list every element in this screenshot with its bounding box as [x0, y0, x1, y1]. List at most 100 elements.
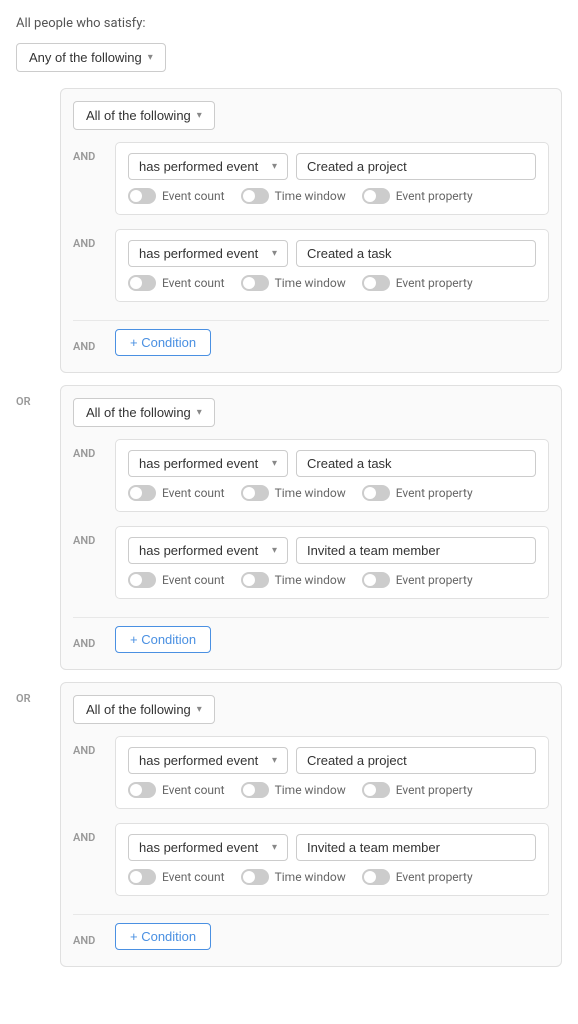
or-group-2: ORAll of the following▾ANDhas performed …	[16, 385, 562, 670]
event-type-select-g2-c1[interactable]: has performed event ▾	[128, 450, 288, 477]
and-label-g2-c2: AND	[73, 526, 115, 547]
event-name-input-g1-c1[interactable]	[296, 153, 536, 180]
toggle-label-g1-c1-t1: Event count	[162, 189, 225, 203]
event-name-input-g3-c2[interactable]	[296, 834, 536, 861]
event-type-select-g3-c1[interactable]: has performed event▾	[128, 747, 288, 774]
group-header-1: All of the following ▾	[73, 101, 549, 130]
group-dropdown-label-1: All of the following	[86, 108, 191, 123]
toggle-switch-g3-c1-t3[interactable]	[362, 782, 390, 798]
condition-block-g2-c2: has performed event ▾ Event count Time wind…	[115, 526, 549, 599]
toggle-switch-g3-c2-t3[interactable]	[362, 869, 390, 885]
condition-top-g2-c2: has performed event ▾	[128, 537, 536, 564]
toggle-item-g1-c2-t1: Event count	[128, 275, 225, 291]
toggle-item-g2-c1-t3: Event property	[362, 485, 473, 501]
and-label-g2-c1: AND	[73, 439, 115, 460]
group-dropdown-3[interactable]: All of the following▾	[73, 695, 215, 724]
toggle-switch-g2-c2-t1[interactable]	[128, 572, 156, 588]
toggle-item-g1-c2-t3: Event property	[362, 275, 473, 291]
toggle-switch-g1-c2-t2[interactable]	[241, 275, 269, 291]
and-row-g2-c1: AND has performed event ▾ Event count Time w…	[73, 439, 549, 522]
toggle-switch-g2-c1-t1[interactable]	[128, 485, 156, 501]
and-row-g3-c2: ANDhas performed event▾Event countTime w…	[73, 823, 549, 906]
chevron-down-icon: ▾	[272, 842, 277, 853]
toggle-switch-g2-c1-t2[interactable]	[241, 485, 269, 501]
add-condition-button-1[interactable]: + Condition	[115, 329, 211, 356]
toggle-switch-g3-c1-t1[interactable]	[128, 782, 156, 798]
toggle-switch-g2-c2-t2[interactable]	[241, 572, 269, 588]
and-row-g1-c2: ANDhas performed event▾Event countTime w…	[73, 229, 549, 312]
event-name-input-g2-c1[interactable]	[296, 450, 536, 477]
toggle-label-g2-c1-t2: Time window	[275, 486, 346, 500]
or-group-3: ORAll of the following▾ANDhas performed …	[16, 682, 562, 967]
toggles-row-g3-c2: Event countTime windowEvent property	[128, 869, 536, 885]
event-name-input-g3-c1[interactable]	[296, 747, 536, 774]
condition-block-g2-c1: has performed event ▾ Event count Time wind…	[115, 439, 549, 512]
toggle-switch-g2-c1-t3[interactable]	[362, 485, 390, 501]
toggle-label-g3-c2-t3: Event property	[396, 870, 473, 884]
group-header-2: All of the following▾	[73, 398, 549, 427]
toggles-row-g2-c1: Event count Time window Event property	[128, 485, 536, 501]
chevron-down-icon: ▾	[272, 755, 277, 766]
toggle-label-g1-c2-t3: Event property	[396, 276, 473, 290]
event-type-select-g3-c2[interactable]: has performed event▾	[128, 834, 288, 861]
toggle-item-g1-c1-t2: Time window	[241, 188, 346, 204]
toggle-switch-g3-c2-t1[interactable]	[128, 869, 156, 885]
toggle-item-g1-c1-t3: Event property	[362, 188, 473, 204]
toggle-item-g1-c2-t2: Time window	[241, 275, 346, 291]
condition-block-g3-c1: has performed event▾ Event count Time wind…	[115, 736, 549, 809]
chevron-down-icon: ▾	[272, 248, 277, 259]
event-name-input-g2-c2[interactable]	[296, 537, 536, 564]
add-and-label-3: AND	[73, 926, 115, 947]
group-dropdown-2[interactable]: All of the following▾	[73, 398, 215, 427]
add-condition-row-3: AND+ Condition	[73, 923, 549, 950]
toggle-switch-g3-c2-t2[interactable]	[241, 869, 269, 885]
toggle-item-g3-c2-t2: Time window	[241, 869, 346, 885]
event-type-label: has performed event	[139, 456, 258, 471]
event-type-select-g2-c2[interactable]: has performed event ▾	[128, 537, 288, 564]
event-type-select-g1-c1[interactable]: has performed event ▾	[128, 153, 288, 180]
condition-top-g1-c2: has performed event ▾	[128, 240, 536, 267]
any-all-dropdown[interactable]: Any of the following ▾	[16, 43, 166, 72]
toggle-item-g3-c2-t3: Event property	[362, 869, 473, 885]
toggle-switch-g3-c1-t2[interactable]	[241, 782, 269, 798]
toggle-label-g2-c2-t3: Event property	[396, 573, 473, 587]
toggle-switch-g1-c1-t3[interactable]	[362, 188, 390, 204]
chevron-down-icon: ▾	[197, 407, 202, 418]
event-type-label: has performed event	[139, 159, 258, 174]
event-type-select-g1-c2[interactable]: has performed event ▾	[128, 240, 288, 267]
toggle-switch-g1-c1-t2[interactable]	[241, 188, 269, 204]
chevron-down-icon: ▾	[197, 110, 202, 121]
toggle-item-g2-c1-t1: Event count	[128, 485, 225, 501]
toggle-switch-g1-c2-t1[interactable]	[128, 275, 156, 291]
or-label-1	[16, 88, 60, 373]
chevron-down-icon: ▾	[272, 545, 277, 556]
toggle-switch-g2-c2-t3[interactable]	[362, 572, 390, 588]
or-group-inner-3: All of the following▾ANDhas performed ev…	[60, 682, 562, 967]
condition-top-g1-c1: has performed event ▾	[128, 153, 536, 180]
condition-block-g1-c2: has performed event ▾ Event count Time wind…	[115, 229, 549, 302]
chevron-down-icon: ▾	[148, 52, 153, 63]
toggle-label-g3-c1-t2: Time window	[275, 783, 346, 797]
condition-top-g3-c1: has performed event▾	[128, 747, 536, 774]
toggle-item-g1-c1-t1: Event count	[128, 188, 225, 204]
toggle-switch-g1-c1-t1[interactable]	[128, 188, 156, 204]
toggle-label-g2-c1-t1: Event count	[162, 486, 225, 500]
condition-block-g1-c1: has performed event ▾ Event count Time wind…	[115, 142, 549, 215]
toggle-switch-g1-c2-t3[interactable]	[362, 275, 390, 291]
and-row-g2-c2: AND has performed event ▾ Event count Time w…	[73, 526, 549, 609]
add-and-label-2: AND	[73, 629, 115, 650]
group-dropdown-1[interactable]: All of the following ▾	[73, 101, 215, 130]
toggle-label-g2-c2-t1: Event count	[162, 573, 225, 587]
chevron-down-icon: ▾	[272, 161, 277, 172]
toggle-label-g3-c1-t1: Event count	[162, 783, 225, 797]
toggle-item-g2-c1-t2: Time window	[241, 485, 346, 501]
event-type-label: has performed event	[139, 543, 258, 558]
add-condition-button-2[interactable]: + Condition	[115, 626, 211, 653]
chevron-down-icon: ▾	[272, 458, 277, 469]
add-and-label-1: AND	[73, 332, 115, 353]
event-type-label: has performed event	[139, 246, 258, 261]
add-condition-button-3[interactable]: + Condition	[115, 923, 211, 950]
chevron-down-icon: ▾	[197, 704, 202, 715]
event-name-input-g1-c2[interactable]	[296, 240, 536, 267]
toggle-item-g2-c2-t2: Time window	[241, 572, 346, 588]
